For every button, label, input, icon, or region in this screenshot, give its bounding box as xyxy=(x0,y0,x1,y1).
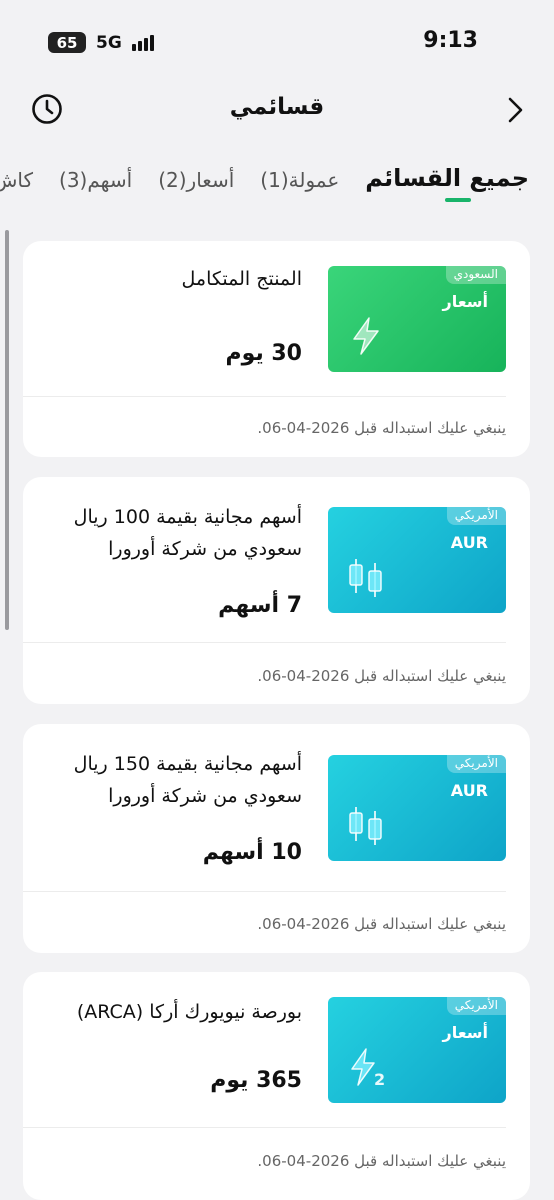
voucher-thumbnail: الأمريكي أسعار 2 xyxy=(328,997,506,1103)
thumbnail-label: AUR xyxy=(450,781,488,800)
tab-cash[interactable]: كاش xyxy=(0,160,33,192)
expiry-text: ينبغي عليك استبداله قبل 2026-04-06. xyxy=(257,915,506,933)
voucher-name: أسهم مجانية بقيمة 150 ريال سعودي من شركة… xyxy=(73,753,302,807)
voucher-name: بورصة نيويورك أركا (ARCA) xyxy=(76,1001,302,1023)
voucher-quantity: 30 يوم xyxy=(225,341,302,366)
market-badge: الأمريكي xyxy=(446,997,506,1015)
divider xyxy=(23,1127,506,1128)
voucher-name: أسهم مجانية بقيمة 100 ريال سعودي من شركة… xyxy=(73,506,302,560)
voucher-thumbnail: الأمريكي AUR xyxy=(328,507,506,613)
voucher-card[interactable]: السعودي أسعار المنتج المتكامل 30 يوم ينب… xyxy=(23,241,530,457)
voucher-card[interactable]: الأمريكي أسعار 2 بورصة نيويورك أركا (ARC… xyxy=(23,972,530,1200)
voucher-thumbnail: السعودي أسعار xyxy=(328,266,506,372)
lightning-icon xyxy=(344,314,388,358)
tab-bar: جميع القسائم عمولة(1) أسعار(2) أسهم(3) ك… xyxy=(0,160,554,212)
market-badge: الأمريكي xyxy=(446,507,506,525)
thumbnail-label: أسعار xyxy=(442,1023,488,1042)
voucher-info: أسهم مجانية بقيمة 100 ريال سعودي من شركة… xyxy=(42,501,302,565)
divider xyxy=(23,642,506,643)
tab-commission[interactable]: عمولة(1) xyxy=(260,160,339,192)
thumbnail-label: AUR xyxy=(450,533,488,552)
candlestick-icon xyxy=(344,555,388,599)
voucher-info: بورصة نيويورك أركا (ARCA) xyxy=(42,996,302,1028)
voucher-name: المنتج المتكامل xyxy=(181,268,302,290)
signal-icon xyxy=(131,34,154,51)
expiry-text: ينبغي عليك استبداله قبل 2026-04-06. xyxy=(257,1152,506,1170)
svg-text:2: 2 xyxy=(374,1070,385,1089)
tab-prices[interactable]: أسعار(2) xyxy=(158,160,234,192)
expiry-text: ينبغي عليك استبداله قبل 2026-04-06. xyxy=(257,667,506,685)
tab-label: كاش xyxy=(0,168,33,192)
thumbnail-label: أسعار xyxy=(442,292,488,311)
active-tab-indicator xyxy=(445,198,471,202)
battery-indicator: 65 xyxy=(48,32,86,53)
header: قسائمي xyxy=(0,86,554,134)
market-badge: السعودي xyxy=(445,266,506,284)
divider xyxy=(23,891,506,892)
tab-label: أسهم(3) xyxy=(59,168,133,192)
tab-label: أسعار(2) xyxy=(158,168,235,192)
tab-all-vouchers[interactable]: جميع القسائم xyxy=(365,160,529,202)
voucher-quantity: 365 يوم xyxy=(210,1068,302,1093)
tab-stocks[interactable]: أسهم(3) xyxy=(59,160,132,192)
lightning-2-icon: 2 xyxy=(344,1045,388,1089)
network-type: 5G xyxy=(96,32,122,53)
voucher-info: المنتج المتكامل xyxy=(42,263,302,295)
status-bar: 65 5G 9:13 xyxy=(0,0,554,80)
voucher-quantity: 10 أسهم xyxy=(202,840,302,865)
tab-label: عمولة(1) xyxy=(260,168,340,192)
expiry-text: ينبغي عليك استبداله قبل 2026-04-06. xyxy=(257,419,506,437)
back-chevron-icon[interactable] xyxy=(500,94,532,126)
voucher-card[interactable]: الأمريكي AUR أسهم مجانية بقيمة 100 ريال … xyxy=(23,477,530,704)
divider xyxy=(23,396,506,397)
page-title: قسائمي xyxy=(229,94,325,120)
scrollbar[interactable] xyxy=(5,230,9,630)
clock: 9:13 xyxy=(423,28,478,53)
candlestick-icon xyxy=(344,803,388,847)
voucher-thumbnail: الأمريكي AUR xyxy=(328,755,506,861)
status-left: 65 5G xyxy=(48,32,154,53)
voucher-quantity: 7 أسهم xyxy=(218,593,302,618)
voucher-card[interactable]: الأمريكي AUR أسهم مجانية بقيمة 150 ريال … xyxy=(23,724,530,953)
tab-label: جميع القسائم xyxy=(365,164,529,192)
voucher-info: أسهم مجانية بقيمة 150 ريال سعودي من شركة… xyxy=(42,748,302,812)
market-badge: الأمريكي xyxy=(446,755,506,773)
